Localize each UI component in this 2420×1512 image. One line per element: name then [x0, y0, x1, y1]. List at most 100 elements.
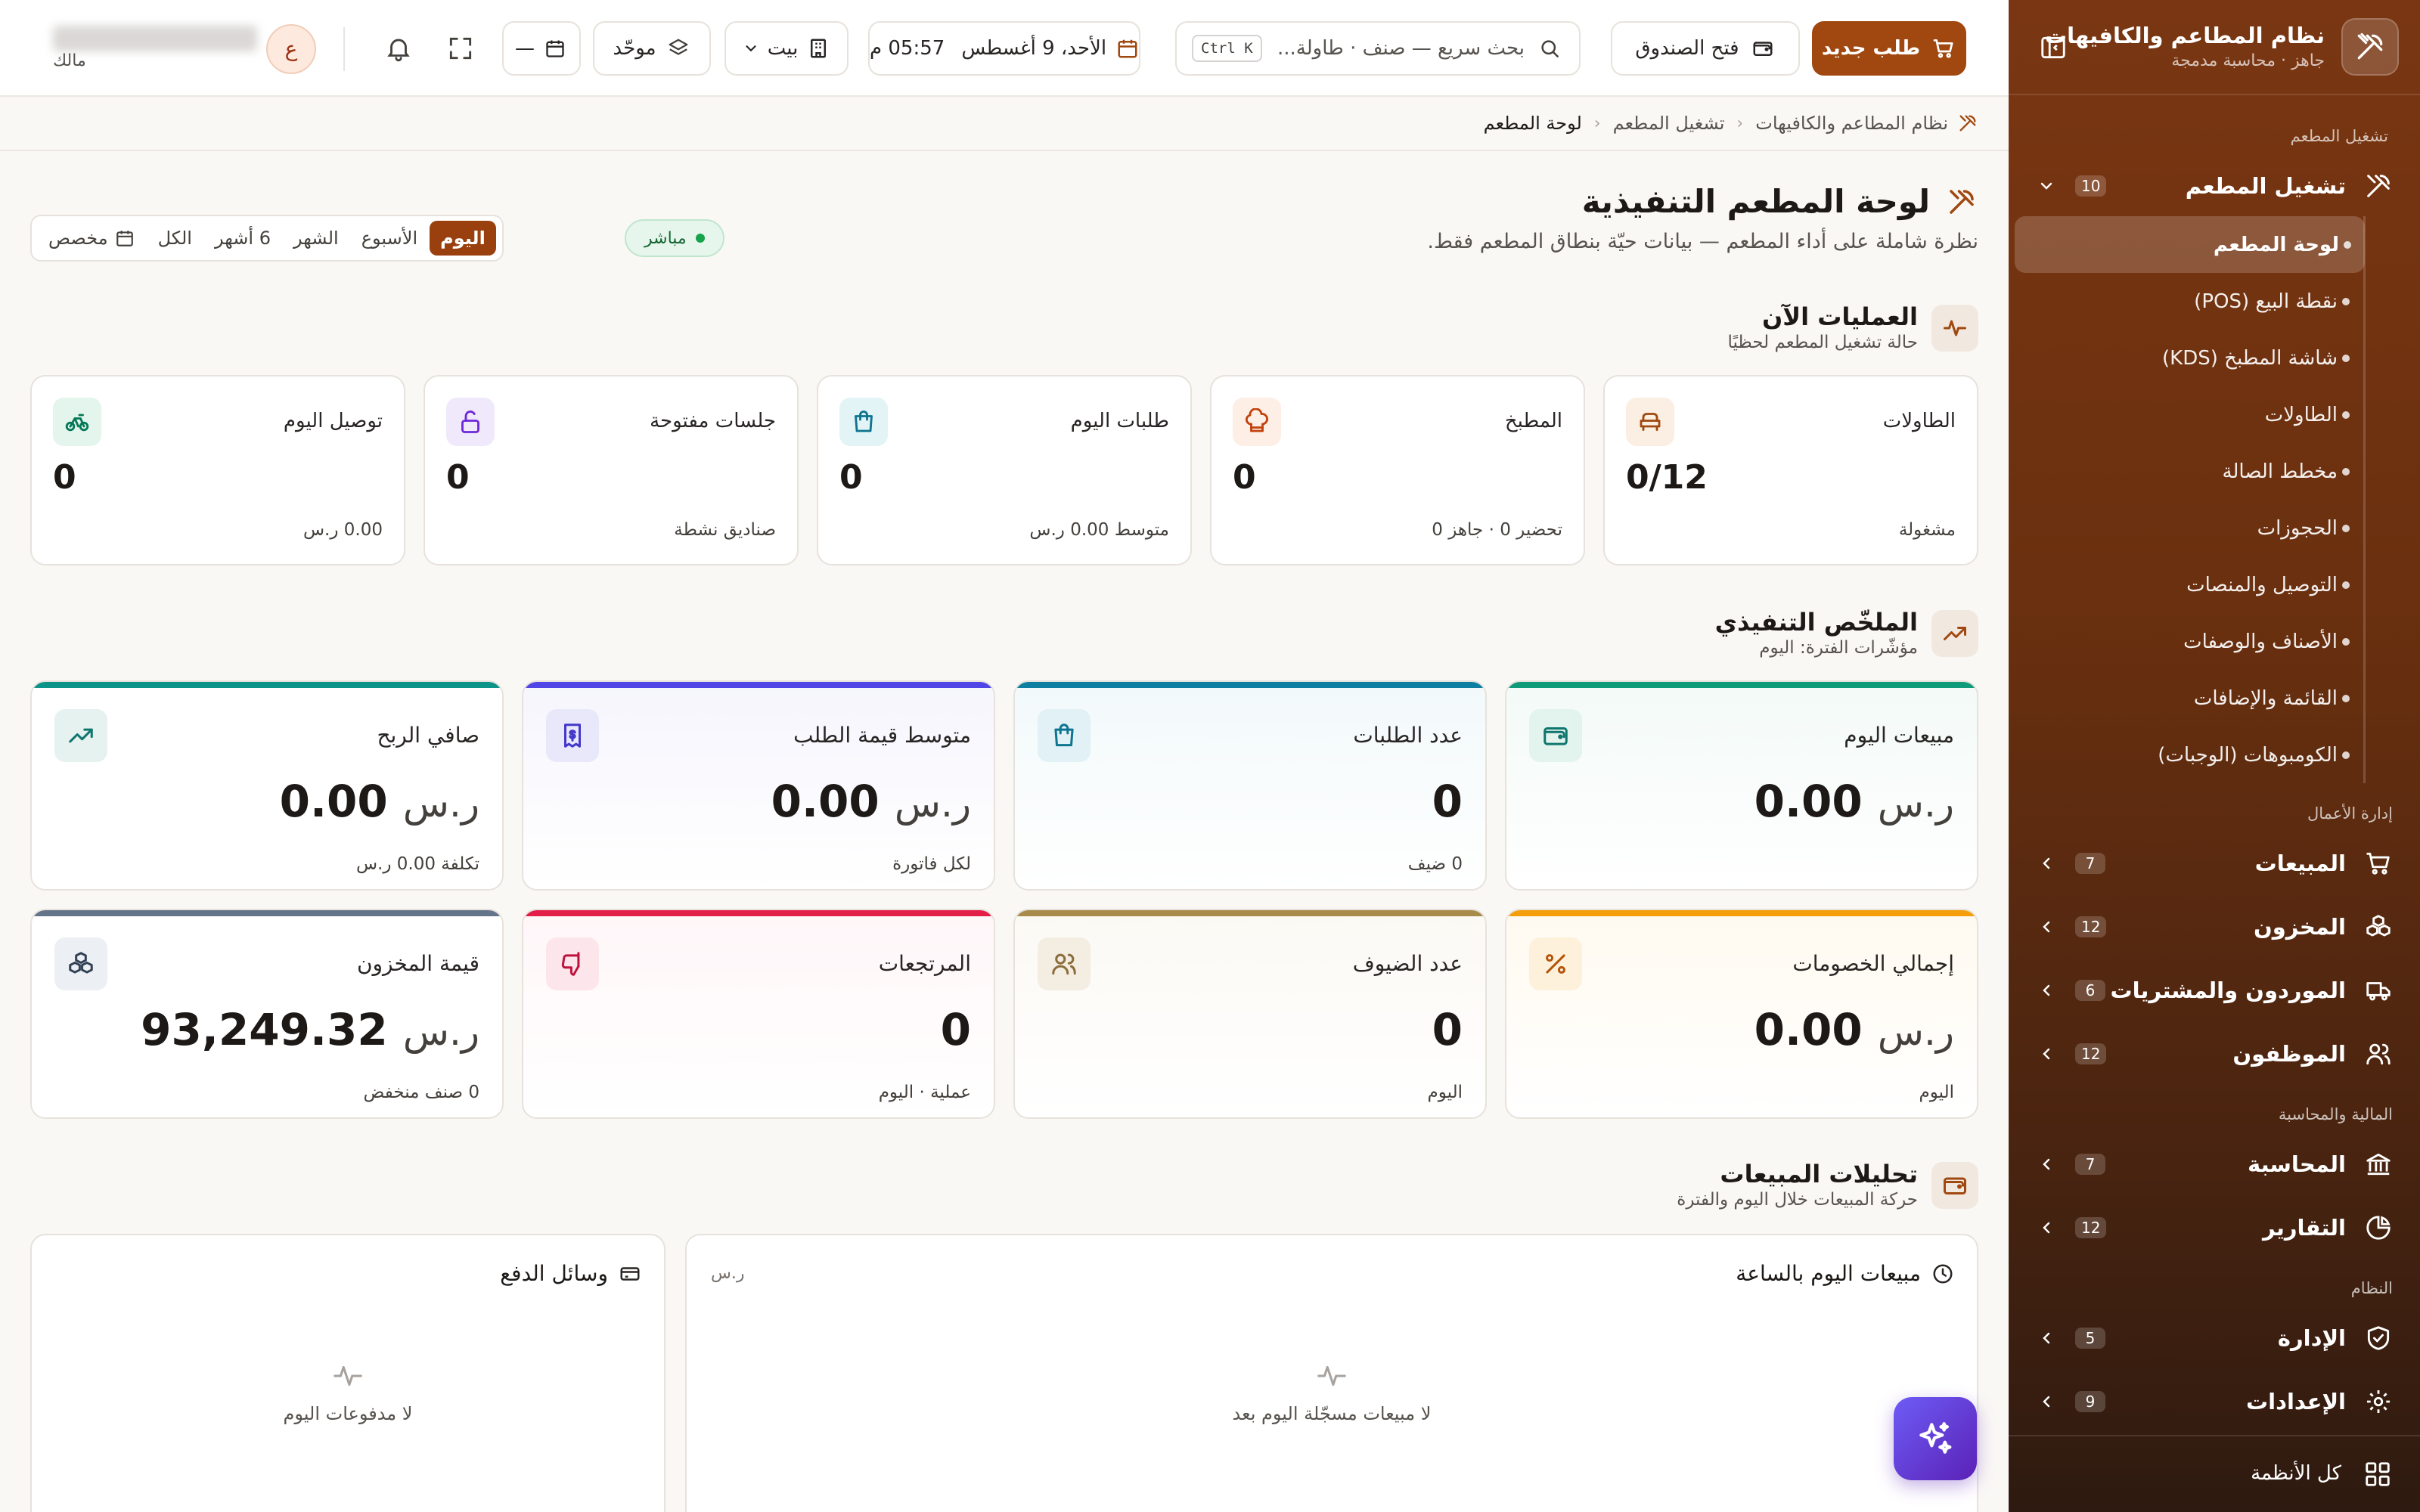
bullet-icon	[2342, 525, 2350, 532]
sidebar-group-employees[interactable]: الموظفون 12	[2031, 1027, 2397, 1081]
kpi-accent-bar	[1506, 910, 1977, 916]
sidebar-group-accounting[interactable]: المحاسبة 7	[2031, 1137, 2397, 1191]
main-content: لوحة المطعم التنفيذية نظرة شاملة على أدا…	[0, 151, 2009, 1512]
sidebar-collapse-icon[interactable]	[2037, 32, 2069, 64]
operations-card[interactable]: جلسات مفتوحة 0 صناديق نشطة	[424, 375, 799, 565]
sidebar-group-reports[interactable]: التقارير 12	[2031, 1201, 2397, 1255]
view-mode-toggle[interactable]: موحّد	[593, 21, 711, 76]
operations-card[interactable]: طلبات اليوم 0 متوسط 0.00 ر.س	[817, 375, 1192, 565]
section-title: العمليات الآن	[1761, 302, 1918, 331]
kpi-label: صافي الربح	[377, 723, 479, 748]
bullet-icon	[2342, 638, 2350, 646]
branch-selector[interactable]: بيت	[724, 21, 849, 76]
card-subtext: صناديق نشطة	[674, 520, 776, 540]
pie-chart-icon	[2360, 1209, 2397, 1247]
new-order-button[interactable]: طلب جديد	[1812, 21, 1966, 76]
kpi-subtext: عملية · اليوم	[878, 1083, 971, 1102]
chevron-down-icon	[2037, 177, 2055, 195]
breadcrumb-link-operations[interactable]: تشغيل المطعم	[1613, 113, 1725, 134]
sidebar-item-delivery[interactable]: التوصيل والمنصات	[2015, 556, 2363, 613]
breadcrumb-link-system[interactable]: نظام المطاعم والكافيهات	[1755, 113, 1948, 134]
sidebar-group-inventory[interactable]: المخزون 12	[2031, 900, 2397, 954]
card-label: طلبات اليوم	[1070, 410, 1169, 432]
sidebar-item-combos[interactable]: الكومبوهات (الوجبات)	[2015, 727, 2363, 783]
kpi-label: قيمة المخزون	[356, 951, 479, 976]
all-systems-button[interactable]: كل الأنظمة	[2009, 1435, 2420, 1512]
sidebar-item-reservations[interactable]: الحجوزات	[2015, 500, 2363, 556]
operations-card[interactable]: توصيل اليوم 0 0.00 ر.س	[30, 375, 405, 565]
kpi-value: ر.س 0.00	[1754, 1004, 1954, 1055]
sidebar-item-dashboard[interactable]: لوحة المطعم	[2015, 216, 2365, 273]
sidebar-group-suppliers[interactable]: الموردون والمشتريات 6	[2031, 963, 2397, 1018]
live-label: مباشر	[644, 228, 687, 248]
wallet-icon	[1750, 36, 1776, 61]
card-subtext: 0.00 ر.س	[302, 520, 383, 540]
boxes-icon	[2360, 908, 2397, 946]
sidebar-group-label: تشغيل المطعم	[2185, 173, 2346, 199]
sidebar-group-settings[interactable]: الإعدادات 9	[2031, 1374, 2397, 1429]
kpi-accent-bar	[32, 682, 502, 688]
kpi-number: 0.00	[1754, 776, 1863, 827]
sidebar-group-sales[interactable]: المبيعات 7	[2031, 836, 2397, 891]
period-month[interactable]: الشهر	[283, 221, 349, 256]
empty-state-text: لا مبيعات مسجّلة اليوم بعد	[1232, 1403, 1432, 1424]
period-all[interactable]: الكل	[147, 221, 203, 256]
chevron-left-icon	[2037, 918, 2055, 936]
currency-label: ر.س	[1877, 1010, 1954, 1054]
kpi-accent-bar	[1015, 910, 1485, 916]
user-role: مالك	[53, 51, 86, 70]
sidebar-subtitle: جاهز · محاسبة مدمجة	[2171, 51, 2325, 70]
calendar-icon	[1115, 36, 1139, 61]
bell-icon[interactable]	[374, 21, 424, 76]
page-title-text: لوحة المطعم التنفيذية	[1581, 183, 1930, 220]
kpi-card[interactable]: إجمالي الخصومات ر.س 0.00 اليوم	[1505, 909, 1978, 1119]
period-week[interactable]: الأسبوع	[351, 221, 428, 256]
topbar-divider	[343, 27, 345, 71]
kpi-card[interactable]: المرتجعات 0 عملية · اليوم	[522, 909, 995, 1119]
operations-card[interactable]: المطبخ 0 تحضير 0 · جاهز 0	[1210, 375, 1585, 565]
count-badge: 5	[2075, 1328, 2105, 1349]
kpi-card[interactable]: صافي الربح ر.س 0.00 تكلفة 0.00 ر.س	[30, 680, 504, 891]
open-cash-drawer-button[interactable]: فتح الصندوق	[1611, 21, 1800, 76]
kpi-number: 0.00	[279, 776, 388, 827]
card-value: 0	[839, 458, 863, 497]
search-input[interactable]: بحث سريع — صنف · طاولة... Ctrl K	[1175, 21, 1581, 76]
chart-title: مبيعات اليوم بالساعة	[1736, 1261, 1921, 1286]
kpi-card[interactable]: مبيعات اليوم ر.س 0.00	[1505, 680, 1978, 891]
sidebar-group-label: الإدارة	[2277, 1325, 2346, 1351]
sidebar-item-kds[interactable]: شاشة المطبخ (KDS)	[2015, 330, 2363, 386]
chevron-left-icon	[2037, 854, 2055, 872]
sidebar-item-menu[interactable]: القائمة والإضافات	[2015, 670, 2363, 727]
sidebar-group-label: المخزون	[2254, 914, 2346, 940]
sidebar-group-operations[interactable]: تشغيل المطعم 10	[2031, 159, 2397, 213]
sidebar-item-floor-plan[interactable]: مخطط الصالة	[2015, 443, 2363, 500]
kpi-card[interactable]: عدد الطلبات 0 0 ضيف	[1013, 680, 1487, 891]
avatar[interactable]: ع	[266, 24, 316, 74]
sidebar-item-pos[interactable]: نقطة البيع (POS)	[2015, 273, 2363, 330]
gear-icon	[2360, 1383, 2397, 1421]
operations-card[interactable]: الطاولات 0/12 مشغولة	[1603, 375, 1978, 565]
topbar: طلب جديد فتح الصندوق بحث سريع — صنف · طا…	[0, 0, 2009, 97]
datetime-display: الأحد، 9 أغسطس 05:57 م	[868, 21, 1140, 76]
utensils-icon	[1957, 113, 1978, 134]
date-filter-button[interactable]: —	[502, 21, 581, 76]
count-badge: 7	[2075, 853, 2105, 874]
restaurant-logo-icon	[2341, 18, 2399, 76]
sidebar-item-tables[interactable]: الطاولات	[2015, 386, 2363, 443]
search-placeholder: بحث سريع — صنف · طاولة...	[1277, 37, 1525, 60]
sidebar-group-label: الإعدادات	[2245, 1389, 2346, 1414]
kpi-card[interactable]: قيمة المخزون ر.س 93,249.32 0 صنف منخفض	[30, 909, 504, 1119]
period-today[interactable]: اليوم	[430, 221, 496, 256]
card-label: الطاولات	[1882, 410, 1956, 432]
sidebar-group-admin[interactable]: الإدارة 5	[2031, 1311, 2397, 1365]
sidebar-item-recipes[interactable]: الأصناف والوصفات	[2015, 613, 2363, 670]
fullscreen-icon[interactable]	[436, 21, 486, 76]
period-custom[interactable]: مخصص	[38, 221, 146, 256]
ai-assistant-button[interactable]	[1894, 1397, 1977, 1480]
current-date: الأحد، 9 أغسطس	[961, 37, 1107, 60]
search-icon	[1537, 36, 1562, 61]
kpi-card[interactable]: عدد الضيوف 0 اليوم	[1013, 909, 1487, 1119]
kpi-number: 0.00	[771, 776, 880, 827]
period-6-months[interactable]: 6 أشهر	[204, 221, 281, 256]
kpi-card[interactable]: متوسط قيمة الطلب ر.س 0.00 لكل فاتورة	[522, 680, 995, 891]
